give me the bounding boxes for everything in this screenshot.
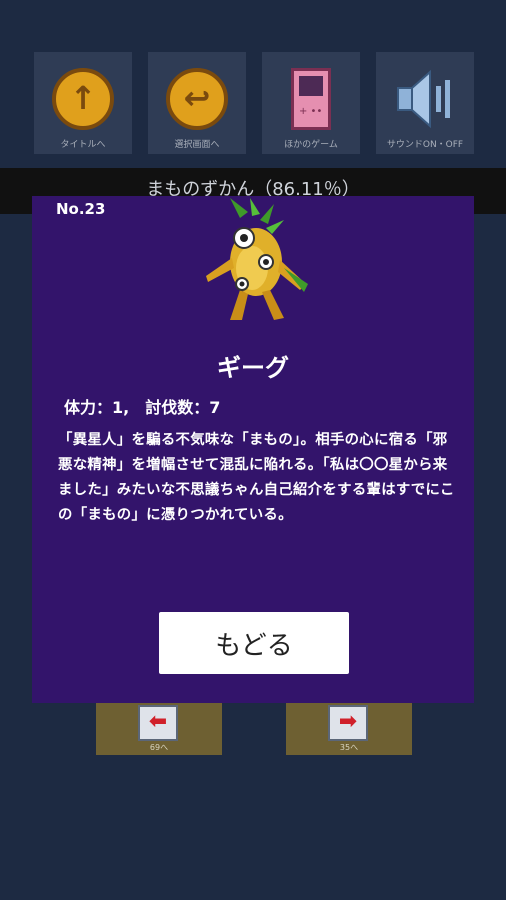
other-games-button[interactable]: + •• ほかのゲーム [262,52,360,154]
monster-stats: 体力：1, 討伐数：7 [64,398,221,417]
title-button-label: タイトルへ [60,140,106,150]
sound-toggle-button-label: サウンドON・OFF [386,140,464,150]
prev-page-button[interactable]: ⬅ 69へ [96,703,222,755]
speaker-icon [390,64,460,134]
next-page-button[interactable]: ➡ 35へ [286,703,412,755]
monster-name: ギーグ [217,354,289,382]
up-arrow-coin-icon: ↑ [48,64,118,134]
gameboy-icon: + •• [276,64,346,134]
monster-detail-dialog: No.23 ギーグ 体力：1, 討伐数：7 「異星人」を騙る不気味な「まもの」。… [32,196,474,703]
right-arrow-icon: ➡ [328,705,368,741]
monster-description: 「異星人」を騙る不気味な「まもの」。相手の心に宿る「邪悪な精神」を増幅させて混乱… [58,432,455,523]
sound-toggle-button[interactable]: サウンドON・OFF [376,52,474,154]
title-button[interactable]: ↑ タイトルへ [34,52,132,154]
prev-page-label: 69へ [149,743,169,752]
monster-sprite [206,198,308,320]
back-arrow-coin-icon: ↩ [162,64,232,134]
select-screen-button[interactable]: ↩ 選択画面へ [148,52,246,154]
select-screen-button-label: 選択画面へ [174,140,220,150]
next-page-label: 35へ [339,743,359,752]
monster-number: No.23 [56,200,106,218]
left-arrow-icon: ⬅ [138,705,178,741]
back-button[interactable]: もどる [159,612,349,674]
other-games-button-label: ほかのゲーム [284,140,338,150]
